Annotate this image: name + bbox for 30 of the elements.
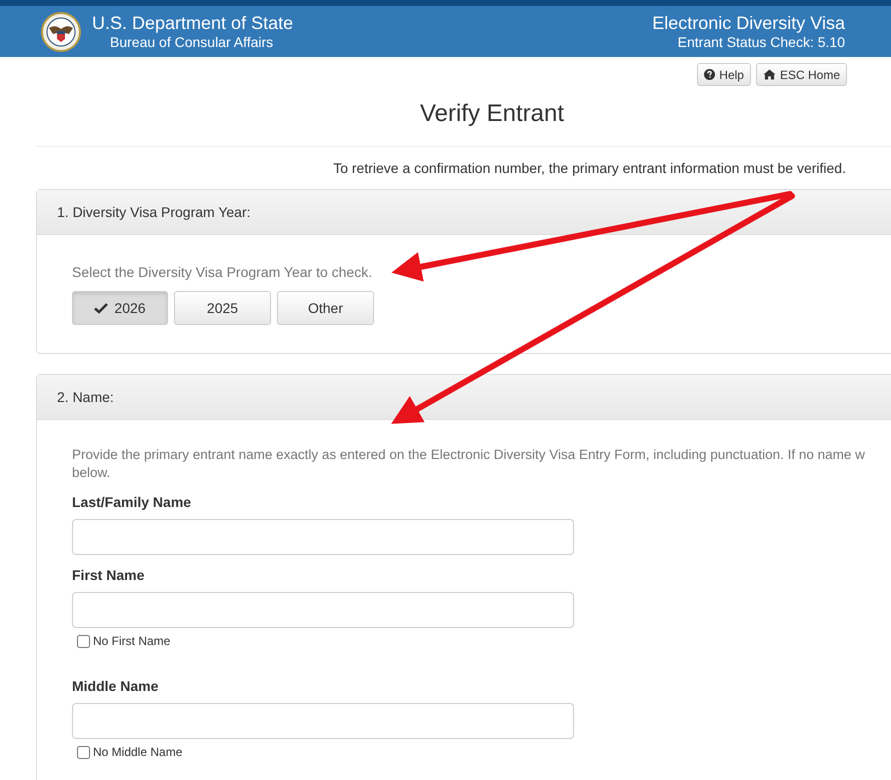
year-prompt: Select the Diversity Visa Program Year to check.	[72, 263, 374, 281]
help-button[interactable]: Help	[697, 63, 751, 86]
intro-text: To retrieve a confirmation number, the primary entrant information must be verified.	[332, 159, 847, 177]
input-field[interactable]	[72, 592, 574, 628]
checkbox[interactable]	[77, 634, 90, 648]
panel-heading: 2. Name:	[37, 375, 891, 420]
app-subtitle: Entrant Status Check: 5.10	[678, 33, 845, 50]
field-label: First Name	[72, 567, 146, 583]
year-option[interactable]: Other	[277, 291, 374, 325]
home-button[interactable]: ESC Home	[756, 63, 847, 86]
panel-heading: 1. Diversity Visa Program Year:	[37, 190, 891, 235]
checkbox[interactable]	[77, 746, 90, 758]
name-instructions: below.	[72, 464, 112, 482]
input-field[interactable]	[72, 519, 574, 555]
help-icon	[704, 69, 716, 80]
home-icon	[762, 69, 776, 80]
checkbox-label: No Middle Name	[93, 745, 182, 759]
check-icon	[94, 302, 108, 314]
seal-icon	[41, 12, 81, 52]
name-instructions: Provide the primary entrant name exactly as entered on the Electronic Diversity Visa Entry Form, including punctuation. If no name w	[72, 446, 866, 464]
bureau-name: Bureau of Consular Affairs	[109, 33, 274, 50]
year-option[interactable]: 2026	[72, 291, 168, 325]
checkbox-label: No First Name	[93, 634, 170, 648]
input-field[interactable]	[72, 703, 574, 739]
field-label: Last/Family Name	[72, 494, 192, 510]
agency-name: U.S. Department of State	[92, 12, 294, 32]
field-label: Middle Name	[72, 678, 160, 694]
app-title: Electronic Diversity Visa	[652, 12, 845, 32]
year-option[interactable]: 2025	[174, 291, 271, 325]
page-title: Verify Entrant	[418, 100, 566, 128]
